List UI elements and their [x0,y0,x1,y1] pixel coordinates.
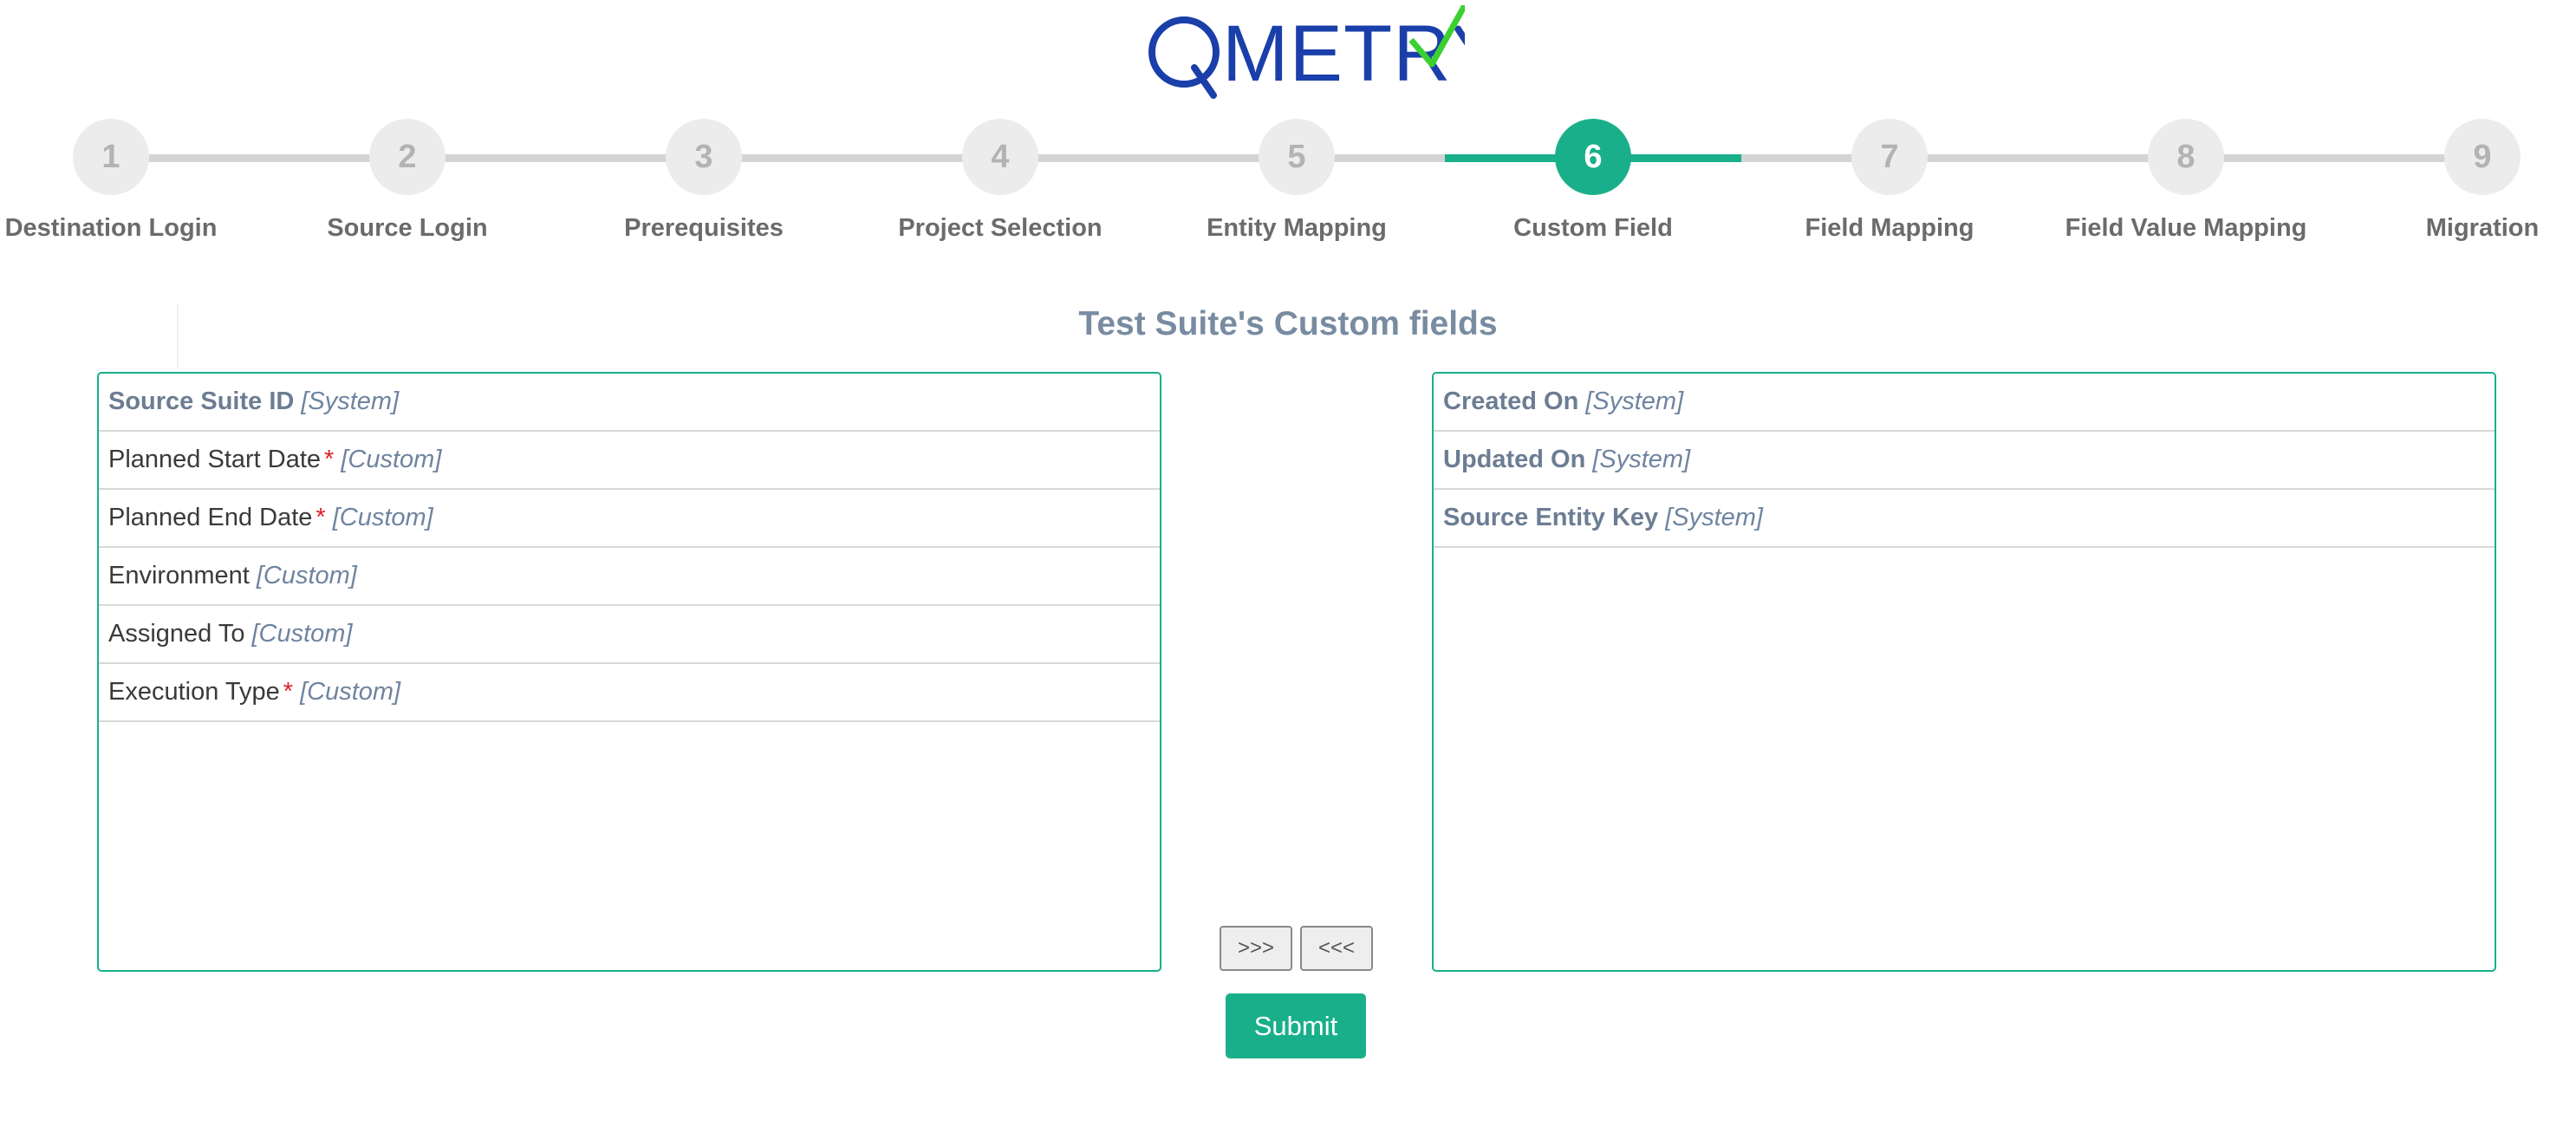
field-row[interactable]: Environment [Custom] [99,548,1160,606]
step-6[interactable]: 6 Custom Field [1446,114,1740,243]
field-type: [Custom] [251,620,353,648]
step-label: Migration [2425,214,2540,242]
field-type: [Custom] [332,504,433,531]
field-name: Source Entity Key [1443,504,1659,531]
step-1[interactable]: 1 Destination Login [0,114,258,243]
step-label: Prerequisites [624,214,784,242]
field-row[interactable]: Assigned To [Custom] [99,606,1160,664]
migration-wizard-page: METRY 1 Destination Login 2 Source Login 3 Pr… [0,0,2576,1146]
step-number: 5 [1259,119,1335,195]
step-9[interactable]: 9 Migration [2335,114,2576,243]
move-right-button[interactable]: >>> [1220,926,1292,971]
step-label: Custom Field [1513,214,1673,242]
field-type: [System] [1665,504,1763,531]
step-7[interactable]: 7 Field Mapping [1742,114,2037,243]
step-number: 2 [369,119,446,195]
step-2[interactable]: 2 Source Login [260,114,555,243]
move-left-button[interactable]: <<< [1300,926,1373,971]
field-type: [Custom] [300,678,401,706]
wizard-stepper: 1 Destination Login 2 Source Login 3 Prerequi… [0,114,2576,253]
step-8[interactable]: 8 Field Value Mapping [2039,114,2333,243]
step-number: 8 [2148,119,2224,195]
step-number: 7 [1851,119,1928,195]
submit-button[interactable]: Submit [1226,993,1366,1058]
step-label: Field Mapping [1805,214,1974,242]
field-row[interactable]: Execution Type * [Custom] [99,664,1160,722]
field-type: [System] [1592,446,1691,473]
step-number: 4 [962,119,1038,195]
step-number: 9 [2444,119,2521,195]
step-label: Source Login [327,214,488,242]
logo-text: METRY [1222,10,1465,98]
field-name: Created On [1443,387,1579,415]
field-row[interactable]: Updated On [System] [1434,432,2495,490]
field-name: Execution Type [108,678,280,706]
field-type: [Custom] [256,562,357,589]
step-number: 1 [73,119,149,195]
required-marker: * [324,446,335,473]
field-row[interactable]: Source Entity Key [System] [1434,490,2495,548]
step-label: Project Selection [898,214,1103,242]
step-number: 3 [666,119,742,195]
field-name: Environment [108,562,250,589]
field-row[interactable]: Planned Start Date * [Custom] [99,432,1160,490]
available-fields-list[interactable]: Source Suite ID [System] Planned Start Dat… [97,372,1161,972]
field-name: Planned Start Date [108,446,322,473]
field-type: [Custom] [341,446,442,473]
field-row[interactable]: Source Suite ID [System] [99,374,1160,432]
field-name: Updated On [1443,446,1586,473]
step-number: 6 [1555,119,1631,195]
field-name: Assigned To [108,620,245,648]
step-5[interactable]: 5 Entity Mapping [1149,114,1444,243]
step-4[interactable]: 4 Project Selection [853,114,1148,243]
step-label: Field Value Mapping [2065,214,2307,242]
step-label: Destination Login [4,214,218,242]
selected-fields-list[interactable]: Created On [System] Updated On [System] Sour… [1432,372,2496,972]
field-name: Planned End Date [108,504,313,531]
qmetry-logo: METRY [1135,5,1465,102]
field-name: Source Suite ID [108,387,295,415]
step-label: Entity Mapping [1207,214,1387,242]
field-type: [System] [1585,387,1684,415]
section-title: Test Suite's Custom fields [1078,305,1498,342]
field-row[interactable]: Created On [System] [1434,374,2495,432]
required-marker: * [315,504,326,531]
field-row[interactable]: Planned End Date * [Custom] [99,490,1160,548]
field-type: [System] [301,387,400,415]
step-3[interactable]: 3 Prerequisites [556,114,851,243]
required-marker: * [283,678,294,706]
